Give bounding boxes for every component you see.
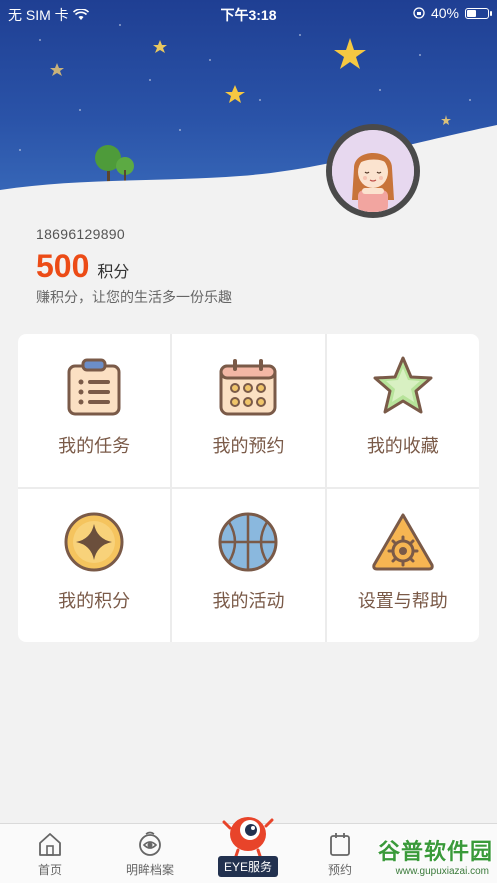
- settings-help-label: 设置与帮助: [357, 591, 448, 611]
- my-appointments-label: 我的预约: [212, 436, 285, 456]
- girl-avatar-icon: [332, 130, 414, 212]
- tab-eye-service[interactable]: EYE服务: [218, 810, 278, 877]
- tree-icon: [95, 145, 134, 186]
- tab-appointment[interactable]: 预约: [300, 830, 380, 878]
- my-activities-label: 我的活动: [212, 591, 285, 611]
- battery-fill: [467, 9, 476, 17]
- header-banner: 无 SIM 卡 下午3:18 40%: [0, 0, 497, 215]
- eye-archive-icon: [139, 831, 161, 856]
- feature-grid: 我的任务 我的预约 我的收藏 我的积分 我的活动 设置与帮助: [18, 334, 479, 642]
- my-points-button[interactable]: 我的积分: [18, 489, 171, 642]
- battery-percent: 40%: [430, 5, 459, 21]
- watermark-logo: 谷普软件园: [377, 839, 493, 864]
- points-slogan: 赚积分，让您的生活多一份乐趣: [36, 289, 232, 305]
- tab-appointment-label: 预约: [327, 863, 352, 877]
- points-value: 500: [36, 248, 90, 284]
- my-activities-button[interactable]: 我的活动: [172, 489, 325, 642]
- points-unit: 积分: [97, 264, 130, 281]
- tab-bar: 首页 明眸档案 EYE服务 预约 谷普软件园 www.gupuxiazai.co…: [0, 817, 497, 883]
- my-tasks-button[interactable]: 我的任务: [18, 334, 171, 487]
- basketball-icon: [218, 512, 278, 572]
- tab-eye-service-label: EYE服务: [218, 856, 278, 877]
- points-coin-icon: [64, 512, 124, 572]
- calendar-icon: [219, 359, 277, 416]
- tab-eye-archive[interactable]: 明眸档案: [110, 830, 190, 878]
- clipboard-icon: [67, 358, 121, 416]
- battery-icon: [465, 7, 492, 19]
- profile-info: 18696129890 500 积分 赚积分，让您的生活多一份乐趣: [36, 226, 232, 307]
- eye-mascot-icon: [222, 817, 274, 856]
- my-tasks-label: 我的任务: [58, 436, 131, 456]
- my-points-label: 我的积分: [58, 591, 131, 611]
- avatar[interactable]: [326, 124, 420, 218]
- watermark-url: www.gupuxiazai.com: [395, 866, 489, 877]
- settings-gear-icon: [372, 513, 434, 571]
- night-sky-illustration: [0, 24, 497, 215]
- phone-number: 18696129890: [36, 226, 125, 242]
- status-bar: 无 SIM 卡 下午3:18 40%: [0, 0, 497, 26]
- my-appointments-button[interactable]: 我的预约: [172, 334, 325, 487]
- tab-home[interactable]: 首页: [10, 830, 90, 878]
- profile-page: 无 SIM 卡 下午3:18 40% 18696129890 500 积分 赚积…: [0, 0, 497, 883]
- my-favorites-label: 我的收藏: [366, 436, 439, 456]
- settings-help-button[interactable]: 设置与帮助: [326, 489, 479, 642]
- tab-eye-archive-label: 明眸档案: [125, 863, 174, 877]
- star-icon: [373, 356, 433, 414]
- orientation-lock-icon: [413, 7, 425, 19]
- appointment-icon: [330, 833, 350, 856]
- my-favorites-button[interactable]: 我的收藏: [326, 334, 479, 487]
- avatar-image: [332, 130, 414, 212]
- tab-home-label: 首页: [37, 863, 62, 877]
- home-icon: [39, 833, 61, 856]
- points-row: 500 积分: [36, 248, 232, 285]
